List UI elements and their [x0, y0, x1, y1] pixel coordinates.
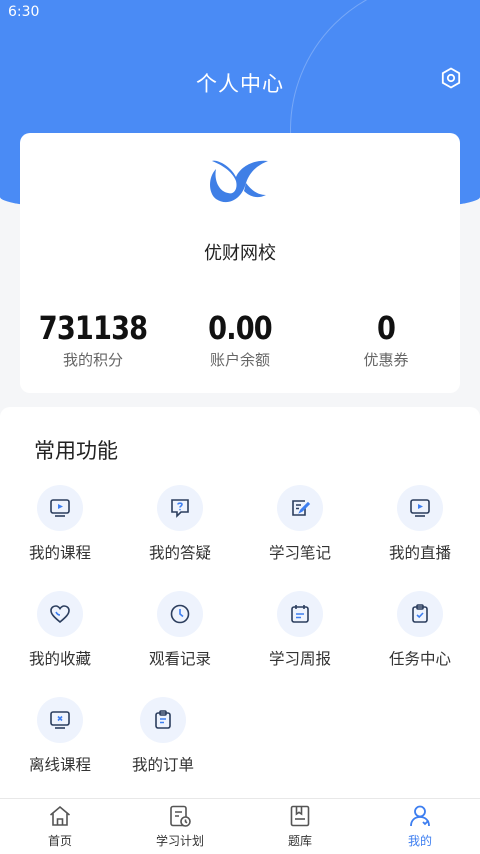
coupon-value: 0: [376, 309, 396, 347]
my-favorites-label: 我的收藏: [28, 650, 91, 668]
question-bank-icon: [290, 805, 310, 827]
clipboard-check-icon: [412, 604, 428, 623]
points-label: 我的积分: [62, 351, 123, 369]
coupon-label: 优惠券: [363, 351, 409, 369]
watch-history-label: 观看记录: [148, 650, 211, 668]
weekly-report-button[interactable]: 学习周报: [240, 591, 360, 671]
order-list-icon: [155, 710, 171, 729]
offline-screen-icon: [50, 711, 70, 729]
my-live-label: 我的直播: [388, 544, 451, 562]
settings-gear-icon[interactable]: [439, 66, 463, 90]
note-edit-icon: [292, 500, 311, 516]
heart-icon: [50, 605, 70, 624]
live-tv-icon: [410, 499, 430, 517]
video-play-icon: [50, 499, 70, 517]
my-live-button[interactable]: 我的直播: [360, 485, 480, 565]
points-value: 731138: [38, 309, 148, 347]
study-notes-button[interactable]: 学习笔记: [240, 485, 360, 565]
my-orders-button[interactable]: 我的订单: [103, 697, 223, 777]
weekly-report-label: 学习周报: [268, 650, 331, 668]
offline-courses-button[interactable]: 离线课程: [0, 697, 120, 777]
tab-mine[interactable]: 我的: [360, 799, 480, 854]
tab-question-bank[interactable]: 题库: [240, 799, 360, 854]
coupon-stat[interactable]: 0 优惠券: [313, 309, 459, 370]
study-plan-icon: [170, 805, 191, 827]
balance-value: 0.00: [208, 309, 273, 347]
school-name: 优财网校: [204, 243, 276, 264]
balance-label: 账户余额: [209, 351, 270, 369]
calendar-icon: [291, 605, 309, 623]
my-questions-button[interactable]: 我的答疑: [120, 485, 240, 565]
tab-question-bank-label: 题库: [287, 834, 312, 848]
my-courses-label: 我的课程: [28, 544, 91, 562]
my-courses-button[interactable]: 我的课程: [0, 485, 120, 565]
my-orders-label: 我的订单: [131, 756, 194, 774]
balance-stat[interactable]: 0.00 账户余额: [167, 309, 313, 370]
functions-title: 常用功能: [34, 439, 118, 463]
question-chat-icon: [171, 499, 189, 518]
my-questions-label: 我的答疑: [148, 544, 211, 562]
home-icon: [49, 805, 71, 826]
profile-card: 优财网校 731138 我的积分 0.00 账户余额 0 优惠券: [20, 133, 460, 393]
tab-study-plan[interactable]: 学习计划: [120, 799, 240, 854]
tab-mine-label: 我的: [407, 834, 432, 848]
page-title: 个人中心: [196, 72, 284, 96]
study-notes-label: 学习笔记: [268, 544, 331, 562]
school-logo: [206, 155, 270, 215]
task-center-button[interactable]: 任务中心: [360, 591, 480, 671]
tab-home-label: 首页: [47, 834, 72, 848]
offline-courses-label: 离线课程: [28, 756, 91, 774]
status-bar-time: 6:30: [8, 4, 40, 20]
functions-card: 常用功能 我的课程 我的答疑 学习笔记 我的直播 我的收藏 观看记录 学习周报 …: [0, 407, 480, 799]
watch-history-button[interactable]: 观看记录: [120, 591, 240, 671]
clock-icon: [170, 604, 190, 624]
task-center-label: 任务中心: [388, 650, 451, 668]
tab-home[interactable]: 首页: [0, 799, 120, 854]
my-favorites-button[interactable]: 我的收藏: [0, 591, 120, 671]
bottom-tab-bar: 首页 学习计划 题库 我的: [0, 798, 480, 854]
user-icon: [410, 805, 430, 827]
points-stat[interactable]: 731138 我的积分: [20, 309, 166, 370]
tab-study-plan-label: 学习计划: [155, 834, 204, 848]
